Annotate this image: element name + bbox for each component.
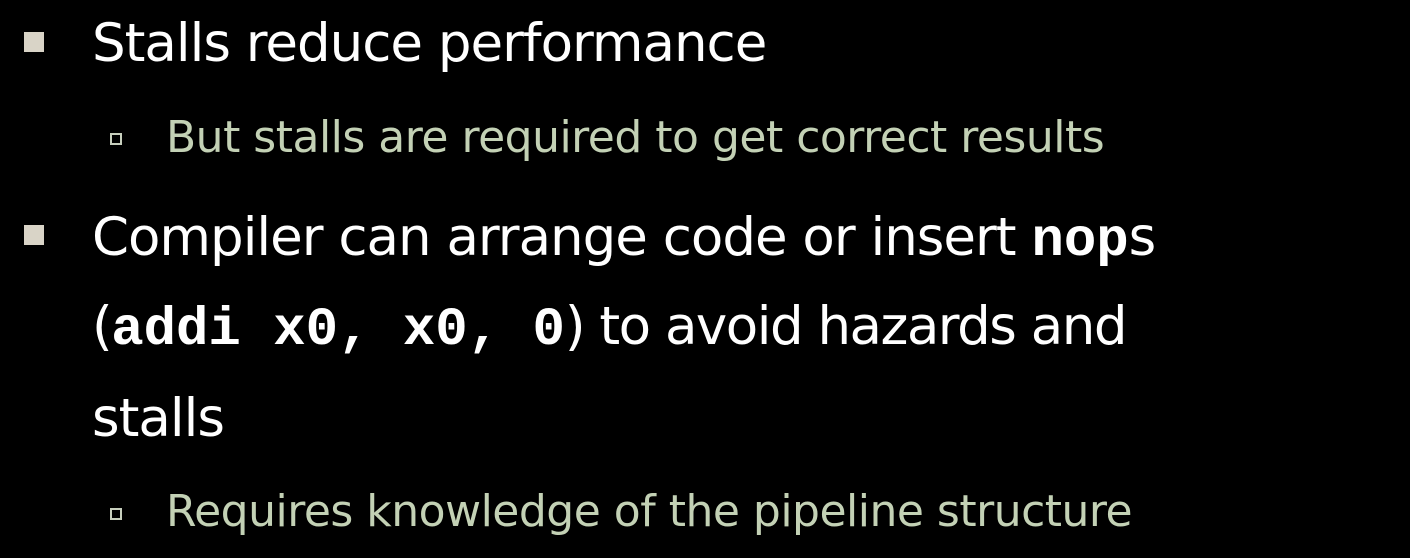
bullet-square-icon [24,32,44,52]
bullet-text: Stalls reduce performance [92,17,767,70]
bullet-text-avoid-hazards: ) to avoid hazards and [564,296,1128,357]
bullet-text-line-1: Compiler can arrange code or insert nops [92,211,1156,272]
sub-bullet-text-stalls-required: But stalls are required to get correct r… [166,112,1105,163]
sub-bullet-text-requires-knowledge: Requires knowledge of the pipeline struc… [166,486,1133,537]
code-addi: addi x0, x0, 0 [111,300,565,361]
code-nop: nop [1031,211,1129,272]
sub-bullet-text: But stalls are required to get correct r… [166,116,1105,160]
bullet-text-line-2: (addi x0, x0, 0) to avoid hazards and [92,300,1127,361]
bullet-text-stalls-reduce: Stalls reduce performance [92,13,767,74]
paren-open: ( [92,296,113,357]
sub-bullet-square-icon [110,133,122,145]
slide: Stalls reduce performance But stalls are… [0,0,1410,558]
bullet-text-suffix: s [1128,207,1157,268]
bullet-square-icon [24,225,44,245]
sub-bullet-square-icon [110,508,122,520]
sub-bullet-text: Requires knowledge of the pipeline struc… [166,490,1133,534]
bullet-text-line-3: stalls [92,392,225,445]
bullet-text-compiler: Compiler can arrange code or insert [92,207,1032,268]
bullet-text-stalls: stalls [92,388,225,449]
